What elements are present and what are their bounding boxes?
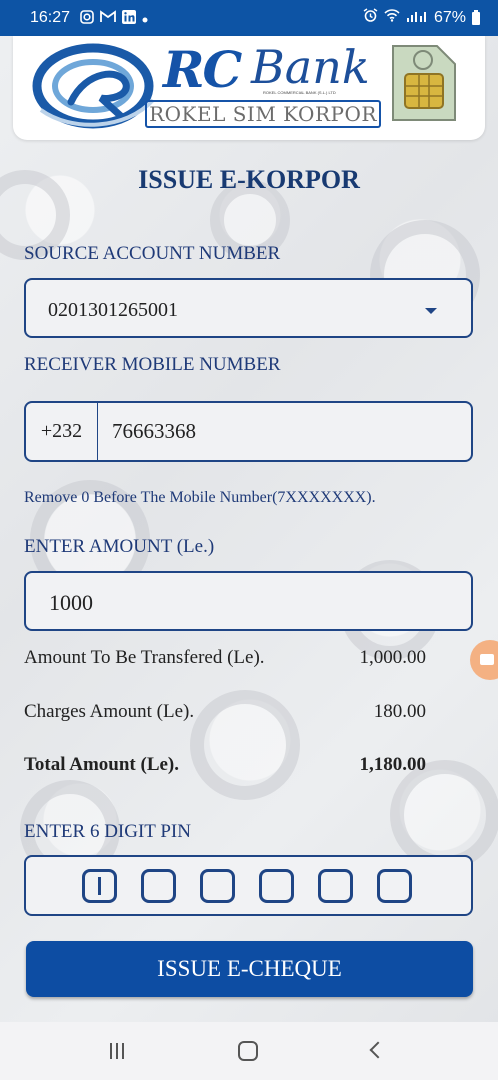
receiver-mobile-field[interactable]: +232 76663368 (24, 401, 473, 462)
bank-logo-banner: RC Bank ROKEL COMMERCIAL BANK (S.L.) LTD… (13, 36, 485, 140)
alarm-icon (363, 8, 378, 28)
back-icon[interactable] (369, 1041, 387, 1059)
pin-cell-3[interactable] (200, 869, 235, 903)
sim-card-icon (392, 45, 456, 121)
pin-cell-6[interactable] (377, 869, 412, 903)
amount-label: ENTER AMOUNT (Le.) (24, 536, 215, 557)
pin-cell-4[interactable] (259, 869, 294, 903)
total-row: Total Amount (Le). 1,180.00 (24, 754, 426, 776)
amount-input[interactable]: 1000 (49, 590, 93, 616)
amount-field[interactable]: 1000 (24, 571, 473, 631)
charges-row: Charges Amount (Le). 180.00 (24, 701, 426, 723)
gmail-icon (100, 10, 116, 26)
battery-percent: 67% (433, 9, 466, 26)
issue-e-cheque-button[interactable]: ISSUE E-CHEQUE (26, 941, 473, 997)
rcbank-swirl-logo (32, 43, 155, 129)
signal-icon (406, 9, 428, 27)
receiver-mobile-input[interactable]: 76663368 (112, 403, 196, 460)
video-camera-icon (480, 654, 494, 665)
wifi-icon (384, 9, 400, 27)
mobile-number-hint: Remove 0 Before The Mobile Number(7XXXXX… (24, 489, 376, 506)
pin-field[interactable] (24, 855, 473, 916)
transfer-amount-label: Amount To Be Transfered (Le). (24, 647, 265, 668)
pin-label: ENTER 6 DIGIT PIN (24, 821, 191, 842)
source-account-value: 0201301265001 (48, 299, 178, 321)
pin-cell-1[interactable] (82, 869, 117, 903)
logo-rc-text: RC (163, 40, 242, 99)
pin-cell-2[interactable] (141, 869, 176, 903)
dropdown-caret-icon (425, 308, 437, 314)
dot-icon (142, 10, 148, 26)
charges-value: 180.00 (373, 701, 426, 722)
logo-tagline: ROKEL SIM KORPOR (145, 100, 381, 128)
source-account-label: SOURCE ACCOUNT NUMBER (24, 243, 281, 264)
charges-label: Charges Amount (Le). (24, 701, 195, 722)
country-code: +232 (26, 403, 98, 460)
system-nav-bar (0, 1022, 498, 1080)
total-value: 1,180.00 (359, 754, 427, 775)
page-title: ISSUE E-KORPOR (138, 165, 360, 194)
pin-cell-5[interactable] (318, 869, 353, 903)
logo-bank-text: Bank (251, 40, 370, 94)
logo-small-text: ROKEL COMMERCIAL BANK (S.L.) LTD (263, 90, 336, 95)
status-bar: 16:27 67% (0, 0, 498, 36)
receiver-mobile-label: RECEIVER MOBILE NUMBER (24, 354, 281, 375)
source-account-select[interactable]: 0201301265001 (24, 278, 473, 338)
total-label: Total Amount (Le). (24, 754, 180, 775)
home-icon[interactable] (238, 1041, 258, 1061)
pin-cells (82, 869, 412, 903)
transfer-amount-row: Amount To Be Transfered (Le). 1,000.00 (24, 647, 426, 669)
instagram-icon (80, 9, 94, 27)
linkedin-icon (122, 9, 137, 27)
battery-icon (472, 9, 480, 25)
status-time: 16:27 (30, 9, 71, 26)
watermark-logo (390, 760, 498, 870)
transfer-amount-value: 1,000.00 (359, 647, 427, 668)
recent-apps-icon[interactable] (110, 1043, 124, 1059)
